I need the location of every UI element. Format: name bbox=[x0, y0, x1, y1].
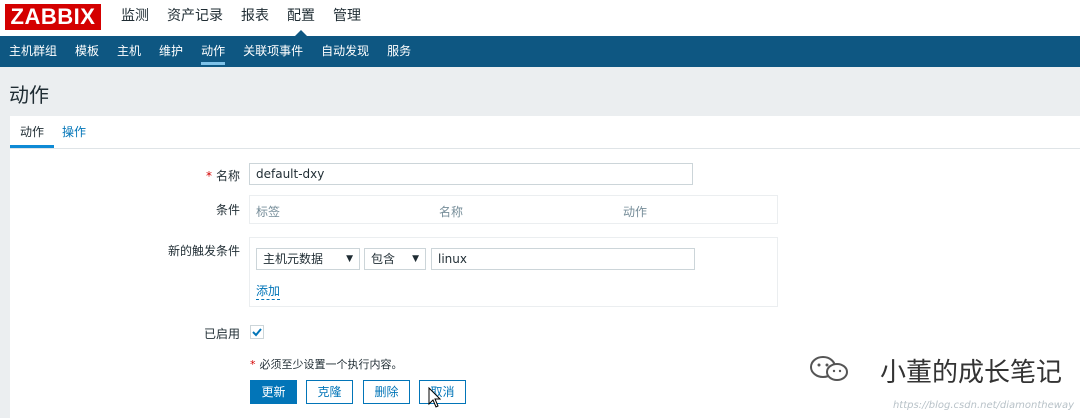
enabled-checkbox[interactable] bbox=[250, 325, 264, 339]
url-watermark: https://blog.csdn.net/diamontheway bbox=[892, 400, 1074, 411]
tab-action[interactable]: 动作 bbox=[10, 116, 55, 148]
required-mark: * bbox=[205, 169, 212, 183]
condition-operator-select[interactable]: 包含 ▼ bbox=[364, 248, 426, 270]
condition-type-select[interactable]: 主机元数据 ▼ bbox=[256, 248, 360, 270]
cancel-button[interactable]: 取消 bbox=[419, 380, 466, 404]
conditions-header-action: 动作 bbox=[623, 205, 648, 219]
clone-button[interactable]: 克隆 bbox=[306, 380, 353, 404]
name-label-row: * 名称 bbox=[160, 167, 240, 184]
sub-menu-actions[interactable]: 动作 bbox=[192, 36, 234, 67]
new-condition-label: 新的触发条件 bbox=[167, 244, 240, 258]
conditions-table: 标签 名称 动作 bbox=[249, 195, 778, 224]
sub-menu-discovery[interactable]: 自动发现 bbox=[312, 36, 378, 67]
main-menu-monitoring[interactable]: 监测 bbox=[112, 0, 158, 36]
main-menu-configuration[interactable]: 配置 bbox=[278, 0, 324, 37]
condition-operator-value: 包含 bbox=[371, 252, 396, 266]
new-condition-box: 主机元数据 ▼ 包含 ▼ linux 添加 bbox=[249, 237, 778, 307]
sub-menu: 主机群组 模板 主机 维护 动作 关联项事件 自动发现 服务 bbox=[0, 36, 420, 67]
checkmark-icon bbox=[252, 328, 262, 337]
condition-type-value: 主机元数据 bbox=[263, 252, 324, 266]
name-input[interactable]: default-dxy bbox=[249, 163, 693, 185]
sub-menu-maintenance[interactable]: 维护 bbox=[150, 36, 192, 67]
sub-menu-event-correlation[interactable]: 关联项事件 bbox=[234, 36, 312, 67]
main-menu-administration[interactable]: 管理 bbox=[324, 0, 370, 36]
required-note: * 必须至少设置一个执行内容。 bbox=[250, 356, 403, 372]
sub-menu-services[interactable]: 服务 bbox=[378, 36, 420, 67]
chevron-down-icon: ▼ bbox=[346, 254, 353, 264]
delete-button[interactable]: 删除 bbox=[363, 380, 410, 404]
sub-menu-templates[interactable]: 模板 bbox=[66, 36, 108, 67]
tab-bar: 动作 操作 bbox=[10, 116, 1080, 149]
add-condition-link[interactable]: 添加 bbox=[256, 282, 281, 300]
conditions-header-label: 标签 bbox=[256, 205, 281, 219]
enabled-label: 已启用 bbox=[203, 327, 240, 341]
sub-menu-hosts[interactable]: 主机 bbox=[108, 36, 150, 67]
main-menu: 监测 资产记录 报表 配置 管理 bbox=[112, 0, 370, 37]
main-menu-reports[interactable]: 报表 bbox=[232, 0, 278, 36]
update-button[interactable]: 更新 bbox=[250, 380, 297, 404]
conditions-label: 条件 bbox=[215, 203, 240, 217]
watermark-text: 小董的成长笔记 bbox=[879, 358, 1062, 388]
wechat-icon bbox=[810, 356, 848, 381]
mouse-cursor-icon bbox=[428, 387, 442, 408]
zabbix-logo[interactable]: ZABBIX bbox=[5, 4, 101, 30]
condition-value-input[interactable]: linux bbox=[431, 248, 695, 270]
conditions-header-name: 名称 bbox=[439, 205, 464, 219]
tab-operations[interactable]: 操作 bbox=[52, 116, 96, 148]
chevron-down-icon: ▼ bbox=[412, 254, 419, 264]
page-header: 动作 bbox=[0, 67, 1080, 115]
main-menu-inventory[interactable]: 资产记录 bbox=[158, 0, 232, 36]
sub-menu-bar: 主机群组 模板 主机 维护 动作 关联项事件 自动发现 服务 bbox=[0, 36, 1080, 67]
required-mark: * bbox=[250, 358, 256, 371]
required-note-text: 必须至少设置一个执行内容。 bbox=[259, 358, 403, 371]
name-label: 名称 bbox=[215, 169, 240, 183]
sub-menu-host-groups[interactable]: 主机群组 bbox=[0, 36, 66, 67]
page-title: 动作 bbox=[9, 83, 49, 107]
top-bar: ZABBIX 监测 资产记录 报表 配置 管理 bbox=[0, 0, 1080, 37]
